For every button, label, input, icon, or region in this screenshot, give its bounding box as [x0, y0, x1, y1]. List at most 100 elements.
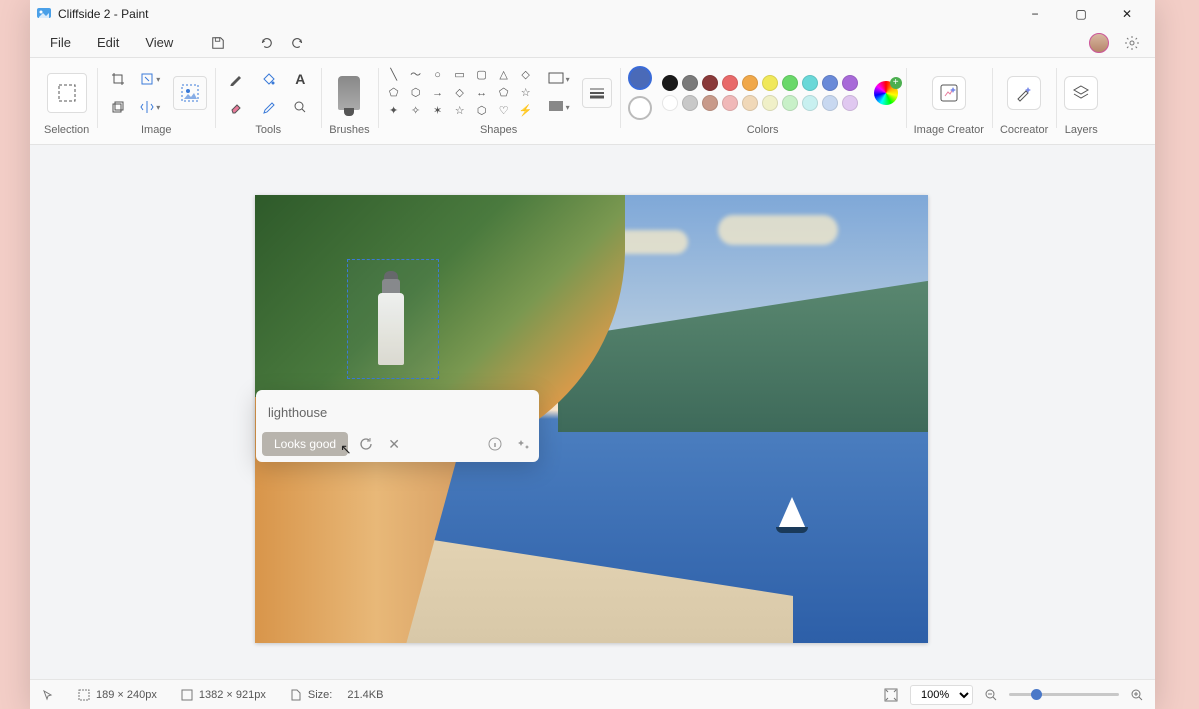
cocreator-prompt-popup: Looks good ✕	[256, 390, 539, 462]
minimize-button[interactable]: −	[1021, 7, 1049, 21]
group-tools: A Tools	[215, 62, 321, 144]
color-swatch[interactable]	[842, 75, 858, 91]
file-size: Size: 21.4KB	[290, 689, 384, 701]
layers-button[interactable]	[1064, 76, 1098, 110]
group-label: Image	[141, 124, 172, 140]
group-label: Brushes	[329, 124, 369, 140]
info-button[interactable]	[485, 434, 505, 454]
remove-background-tool[interactable]	[173, 76, 207, 110]
window-title: Cliffside 2 - Paint	[58, 7, 149, 21]
selection-marquee[interactable]	[347, 259, 439, 379]
zoom-slider[interactable]	[1009, 693, 1119, 696]
edit-colors-button[interactable]	[874, 81, 898, 105]
group-selection: Selection	[36, 62, 97, 144]
color-swatch[interactable]	[742, 75, 758, 91]
group-image: ▾ ▾ Image	[97, 62, 215, 144]
color-swatch[interactable]	[822, 95, 838, 111]
ribbon: Selection ▾ ▾ Image A	[30, 58, 1155, 145]
cursor-position	[42, 689, 54, 701]
color-swatch[interactable]	[782, 95, 798, 111]
color-swatch[interactable]	[782, 75, 798, 91]
color-swatch[interactable]	[682, 95, 698, 111]
group-brushes: Brushes	[321, 62, 377, 144]
zoom-in-button[interactable]	[1131, 689, 1143, 701]
cancel-button[interactable]: ✕	[384, 434, 404, 454]
save-button[interactable]	[205, 30, 231, 56]
select-tool[interactable]	[47, 73, 87, 113]
color-swatch[interactable]	[822, 75, 838, 91]
pencil-tool[interactable]	[223, 67, 249, 91]
prompt-input[interactable]	[262, 396, 533, 428]
color-swatch[interactable]	[702, 75, 718, 91]
zoom-out-button[interactable]	[985, 689, 997, 701]
group-label: Tools	[255, 124, 281, 140]
resize-tool[interactable]: ▾	[137, 67, 163, 91]
settings-button[interactable]	[1119, 30, 1145, 56]
canvas-size: 1382 × 921px	[181, 689, 266, 701]
app-window: Cliffside 2 - Paint − ▢ ✕ File Edit View	[30, 0, 1155, 709]
shape-fill[interactable]: ▾	[546, 95, 572, 119]
group-colors: Colors	[620, 62, 906, 144]
fit-screen-button[interactable]	[884, 688, 898, 702]
color-swatch[interactable]	[722, 95, 738, 111]
color-palette[interactable]	[662, 75, 858, 111]
status-bar: 189 × 240px 1382 × 921px Size: 21.4KB 10…	[30, 679, 1155, 709]
mouse-cursor-icon: ↖	[340, 441, 352, 458]
regenerate-button[interactable]	[356, 434, 376, 454]
user-avatar[interactable]	[1089, 33, 1109, 53]
shapes-grid[interactable]: ╲〜○▭▢△◇ ⬠⬡→◇↔⬠☆ ✦✧✶☆⬡♡⚡	[386, 68, 534, 118]
flip-tool[interactable]: ▾	[137, 95, 163, 119]
eraser-tool[interactable]	[223, 95, 249, 119]
shape-thickness[interactable]	[582, 78, 612, 108]
group-label: Cocreator	[1000, 124, 1048, 140]
group-layers: Layers	[1056, 62, 1106, 144]
color-swatch[interactable]	[802, 95, 818, 111]
sailboat-icon	[778, 497, 808, 533]
group-image-creator: Image Creator	[906, 62, 992, 144]
maximize-button[interactable]: ▢	[1067, 7, 1095, 21]
close-button[interactable]: ✕	[1113, 7, 1141, 21]
color-swatch[interactable]	[762, 95, 778, 111]
color-swatch[interactable]	[842, 95, 858, 111]
color-swatch[interactable]	[682, 75, 698, 91]
color-swatch[interactable]	[662, 95, 678, 111]
eyedropper-tool[interactable]	[255, 95, 281, 119]
selection-size: 189 × 240px	[78, 689, 157, 701]
image-creator-button[interactable]	[932, 76, 966, 110]
color-swatch[interactable]	[662, 75, 678, 91]
crop-tool[interactable]	[105, 67, 131, 91]
color-2[interactable]	[628, 96, 652, 120]
cocreator-button[interactable]	[1007, 76, 1041, 110]
color-swatch[interactable]	[722, 75, 738, 91]
fill-tool[interactable]	[255, 67, 281, 91]
rotate-tool[interactable]	[105, 95, 131, 119]
group-label: Shapes	[480, 124, 517, 140]
color-swatch[interactable]	[742, 95, 758, 111]
app-icon	[36, 6, 52, 22]
group-label: Selection	[44, 124, 89, 140]
magnifier-tool[interactable]	[287, 95, 313, 119]
color-swatch[interactable]	[802, 75, 818, 91]
group-label: Layers	[1065, 124, 1098, 140]
looks-good-button[interactable]: Looks good	[262, 432, 348, 456]
undo-button[interactable]	[253, 30, 279, 56]
color-swatch[interactable]	[762, 75, 778, 91]
menu-bar: File Edit View	[30, 28, 1155, 58]
menu-edit[interactable]: Edit	[87, 31, 129, 54]
group-shapes: ╲〜○▭▢△◇ ⬠⬡→◇↔⬠☆ ✦✧✶☆⬡♡⚡ ▾ ▾ Shapes	[378, 62, 620, 144]
text-tool[interactable]: A	[287, 67, 313, 91]
redo-button[interactable]	[285, 30, 311, 56]
group-cocreator: Cocreator	[992, 62, 1056, 144]
menu-view[interactable]: View	[135, 31, 183, 54]
group-label: Image Creator	[914, 124, 984, 140]
canvas-area[interactable]: Looks good ✕ ↖	[30, 145, 1155, 679]
brush-picker[interactable]	[338, 76, 360, 110]
zoom-select[interactable]: 100%	[910, 685, 973, 705]
menu-file[interactable]: File	[40, 31, 81, 54]
group-label: Colors	[747, 124, 779, 140]
color-1[interactable]	[628, 66, 652, 90]
style-button[interactable]	[513, 434, 533, 454]
shape-outline[interactable]: ▾	[546, 67, 572, 91]
color-swatch[interactable]	[702, 95, 718, 111]
title-bar: Cliffside 2 - Paint − ▢ ✕	[30, 0, 1155, 28]
